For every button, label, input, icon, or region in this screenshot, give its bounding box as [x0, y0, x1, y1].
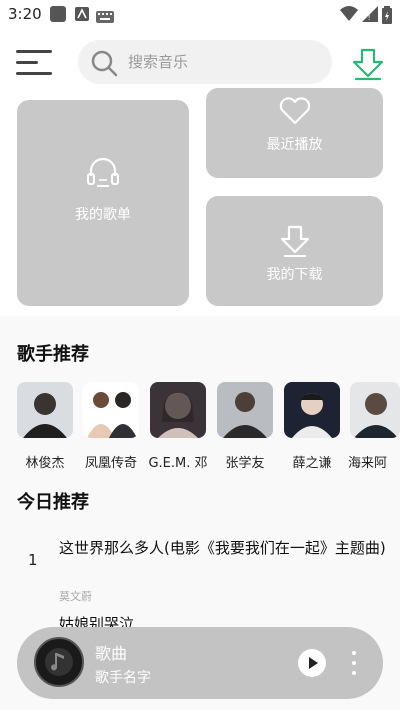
- artist-name: 凤凰传奇: [84, 456, 137, 471]
- music-note-icon: [45, 648, 73, 676]
- my-downloads-card[interactable]: 我的下载: [206, 196, 383, 306]
- artist-item[interactable]: 凤凰传奇: [83, 382, 139, 471]
- artist-item[interactable]: 林俊杰: [17, 382, 73, 471]
- artist-name: G.E.M. 邓: [148, 456, 208, 471]
- svg-text:!: !: [368, 13, 370, 22]
- download-button[interactable]: [350, 46, 386, 82]
- artist-avatar: [17, 382, 73, 438]
- battery-icon: [382, 6, 392, 28]
- headphones-icon: [85, 154, 121, 194]
- play-icon: [309, 657, 318, 669]
- keyboard-icon: [96, 8, 114, 27]
- signal-icon: !: [362, 6, 378, 26]
- recent-played-label: 最近播放: [266, 137, 323, 153]
- app-notification-icon: [50, 6, 66, 26]
- player-song-title: 歌曲: [95, 644, 128, 663]
- my-playlist-card[interactable]: 我的歌单: [17, 100, 189, 306]
- artist-avatar: [350, 382, 400, 438]
- song-title[interactable]: 这世界那么多人(电影《我要我们在一起》主题曲): [59, 536, 389, 560]
- status-time: 3:20: [8, 5, 42, 23]
- artist-name: 张学友: [225, 456, 265, 471]
- search-icon: [90, 49, 118, 81]
- heart-icon: [278, 96, 312, 130]
- recent-played-card[interactable]: 最近播放: [206, 88, 383, 178]
- artist-avatar: [83, 382, 139, 438]
- artist-item[interactable]: 海来阿: [348, 382, 400, 471]
- artist-item[interactable]: 张学友: [217, 382, 273, 471]
- my-playlist-label: 我的歌单: [75, 207, 131, 223]
- status-bar: 3:20 !: [0, 0, 400, 28]
- artist-avatar: [217, 382, 273, 438]
- play-button[interactable]: [298, 649, 326, 677]
- song-rank: 1: [28, 551, 38, 569]
- artists-section-title: 歌手推荐: [17, 344, 89, 365]
- text-notification-icon: [75, 6, 89, 25]
- artist-name: 薛之谦: [292, 456, 332, 471]
- more-options-button[interactable]: [347, 649, 361, 677]
- artist-item[interactable]: G.E.M. 邓: [148, 382, 208, 471]
- download-icon: [352, 48, 384, 81]
- menu-icon: [16, 50, 52, 75]
- search-placeholder: 搜索音乐: [128, 53, 189, 71]
- menu-button[interactable]: [16, 48, 54, 78]
- mini-player[interactable]: 歌曲 歌手名字: [17, 627, 383, 699]
- artist-avatar: [284, 382, 340, 438]
- artist-name: 林俊杰: [25, 456, 65, 471]
- search-input[interactable]: 搜索音乐: [78, 40, 332, 84]
- my-downloads-label: 我的下载: [266, 267, 323, 283]
- artist-name: 海来阿: [348, 456, 388, 471]
- artist-avatar: [150, 382, 206, 438]
- player-artist: 歌手名字: [95, 670, 151, 686]
- wifi-icon: [340, 6, 358, 26]
- download-arrow-icon: [278, 224, 312, 262]
- today-section-title: 今日推荐: [17, 492, 89, 513]
- song-artist: 莫文蔚: [59, 590, 92, 603]
- album-disc: [34, 637, 84, 687]
- more-vertical-icon: [352, 651, 356, 675]
- artist-item[interactable]: 薛之谦: [284, 382, 340, 471]
